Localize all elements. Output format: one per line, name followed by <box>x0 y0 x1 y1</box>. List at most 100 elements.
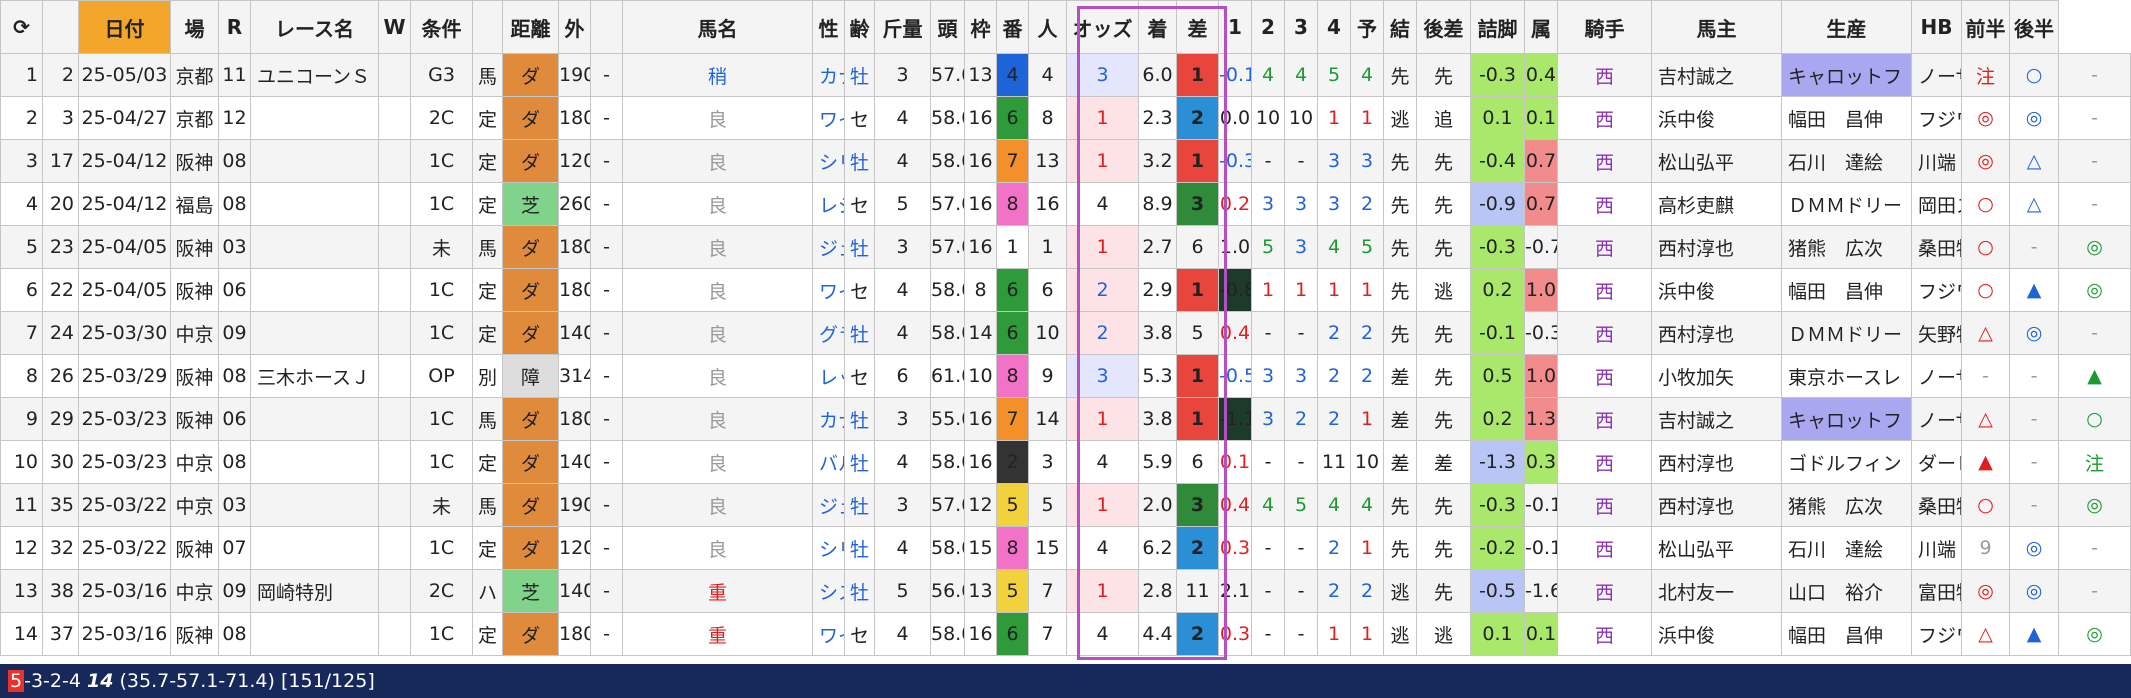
horse-name-link[interactable]: グランデスフィーダ <box>812 311 845 355</box>
header-jockey[interactable]: 騎手 <box>1557 0 1652 54</box>
table-row[interactable]: 31725-04/12阪神081C定ダ1200-良シリウス牡458.016713… <box>0 139 2131 183</box>
jockey-cell[interactable]: 浜中俊 <box>1651 268 1782 312</box>
result-style-cell: 先 <box>1416 182 1471 226</box>
header-popularity[interactable]: 人 <box>1028 0 1067 54</box>
header-predicted-style[interactable]: 予 <box>1350 0 1384 54</box>
jockey-cell[interactable]: 西村淳也 <box>1651 440 1782 484</box>
race-date-link[interactable]: 25-03/22 <box>78 526 171 570</box>
header-corner-3[interactable]: 3 <box>1284 0 1318 54</box>
jockey-cell[interactable]: 西村淳也 <box>1651 483 1782 527</box>
header-w[interactable]: W <box>378 0 411 54</box>
horse-name-link[interactable]: カナルビーグル <box>812 397 845 441</box>
table-row[interactable]: 133825-03/16中京09岡崎特別2Cハ芝1400-重システムリブート牡5… <box>0 569 2131 613</box>
header-condition[interactable]: 条件 <box>410 0 473 54</box>
header-id[interactable] <box>42 0 79 54</box>
race-date-link[interactable]: 25-04/27 <box>78 96 171 140</box>
table-row[interactable]: 113525-03/22中京03未馬ダ1900-良ジェントルバローズ牡357.0… <box>0 483 2131 527</box>
race-date-link[interactable]: 25-03/23 <box>78 440 171 484</box>
header-breeder[interactable]: 生産 <box>1781 0 1912 54</box>
horse-name-link[interactable]: シリウス <box>812 526 845 570</box>
header-frame[interactable]: 枠 <box>964 0 997 54</box>
table-row[interactable]: 92925-03/23阪神061C馬ダ1800-良カナルビーグル牡355.016… <box>0 397 2131 441</box>
row-id-cell: 3 <box>42 96 79 140</box>
header-affiliation[interactable]: 属 <box>1524 0 1558 54</box>
header-condition-type[interactable] <box>472 0 503 54</box>
header-corner-2[interactable]: 2 <box>1251 0 1285 54</box>
row-number-cell: 12 <box>0 526 43 570</box>
header-course[interactable]: 場 <box>170 0 219 54</box>
header-result-style[interactable]: 結 <box>1383 0 1417 54</box>
header-hb[interactable]: HB <box>1911 0 1962 54</box>
header-sex[interactable]: 性 <box>812 0 845 54</box>
horse-name-link[interactable]: シリウス <box>812 139 845 183</box>
horse-name-link[interactable]: ワイドブリザード <box>812 612 845 656</box>
race-date-link[interactable]: 25-03/29 <box>78 354 171 398</box>
table-row[interactable]: 42025-04/12福島081C定芝2600-良レジェンドシップセ557.01… <box>0 182 2131 226</box>
horse-name-link[interactable]: バルミーウェザー <box>812 440 845 484</box>
jockey-cell[interactable]: 吉村誠之 <box>1651 397 1782 441</box>
horse-name-link[interactable]: ワイドブリザード <box>812 268 845 312</box>
header-owner[interactable]: 馬主 <box>1651 0 1782 54</box>
jockey-cell[interactable]: 高杉吏麒 <box>1651 182 1782 226</box>
header-first-half[interactable]: 前半 <box>1961 0 2010 54</box>
header-second-half[interactable]: 後半 <box>2009 0 2059 54</box>
table-row[interactable]: 123225-03/22阪神071C定ダ1200-良シリウス牡458.01581… <box>0 526 2131 570</box>
table-row[interactable]: 143725-03/16阪神081C定ダ1800-重ワイドブリザードセ458.0… <box>0 612 2131 656</box>
header-age[interactable]: 齢 <box>844 0 875 54</box>
horse-name-link[interactable]: カナルビーグル <box>812 53 845 97</box>
table-row[interactable]: 82625-03/29阪神08三木ホースＪOP別障3140-良レッドバロッサセ6… <box>0 354 2131 398</box>
table-row[interactable]: 2325-04/27京都122C定ダ1800-良ワイドブリザードセ458.016… <box>0 96 2131 140</box>
header-closing-pace[interactable]: 詰脚 <box>1470 0 1525 54</box>
header-date[interactable]: 日付 <box>78 0 171 54</box>
header-margin[interactable]: 差 <box>1176 0 1219 54</box>
header-heads[interactable]: 頭 <box>930 0 965 54</box>
table-row[interactable]: 103025-03/23中京081C定ダ1400-良バルミーウェザー牡458.0… <box>0 440 2131 484</box>
horse-name-link[interactable]: システムリブート <box>812 569 845 613</box>
race-date-link[interactable]: 25-03/16 <box>78 612 171 656</box>
header-weight[interactable]: 斤量 <box>874 0 931 54</box>
jockey-cell[interactable]: 浜中俊 <box>1651 612 1782 656</box>
jockey-cell[interactable]: 松山弘平 <box>1651 526 1782 570</box>
header-going[interactable] <box>590 0 623 54</box>
race-date-link[interactable]: 25-03/16 <box>78 569 171 613</box>
header-race-name[interactable]: レース名 <box>250 0 379 54</box>
header-number[interactable]: 番 <box>996 0 1029 54</box>
horse-name-link[interactable]: レジェンドシップ <box>812 182 845 226</box>
race-date-link[interactable]: 25-05/03 <box>78 53 171 97</box>
jockey-cell[interactable]: 北村友一 <box>1651 569 1782 613</box>
table-row[interactable]: 52325-04/05阪神03未馬ダ1800-良ジェントルバローズ牡357.01… <box>0 225 2131 269</box>
w-cell <box>378 268 411 312</box>
jockey-cell[interactable]: 松山弘平 <box>1651 139 1782 183</box>
table-row[interactable]: 72425-03/30中京091C定ダ1400-良グランデスフィーダ牡458.0… <box>0 311 2131 355</box>
horse-name-link[interactable]: ジェントルバローズ <box>812 225 845 269</box>
horse-name-link[interactable]: レッドバロッサ <box>812 354 845 398</box>
jockey-cell[interactable]: 小牧加矢 <box>1651 354 1782 398</box>
affiliation-cell: 西 <box>1557 397 1652 441</box>
header-distance[interactable]: 距離 <box>502 0 559 54</box>
race-date-link[interactable]: 25-04/05 <box>78 268 171 312</box>
table-row[interactable]: 1225-05/03京都11ユニコーンＳG3馬ダ1900-稍カナルビーグル牡35… <box>0 53 2131 97</box>
horse-name-link[interactable]: ジェントルバローズ <box>812 483 845 527</box>
header-race-number[interactable]: R <box>218 0 251 54</box>
race-date-link[interactable]: 25-04/12 <box>78 139 171 183</box>
race-date-link[interactable]: 25-03/30 <box>78 311 171 355</box>
jockey-cell[interactable]: 西村淳也 <box>1651 225 1782 269</box>
header-horse-name[interactable]: 馬名 <box>622 0 813 54</box>
row-number-cell: 14 <box>0 612 43 656</box>
header-late-diff[interactable]: 後差 <box>1416 0 1471 54</box>
jockey-cell[interactable]: 浜中俊 <box>1651 96 1782 140</box>
header-finish[interactable]: 着 <box>1138 0 1177 54</box>
header-corner-1[interactable]: 1 <box>1218 0 1252 54</box>
race-date-link[interactable]: 25-04/05 <box>78 225 171 269</box>
race-date-link[interactable]: 25-03/22 <box>78 483 171 527</box>
horse-name-link[interactable]: ワイドブリザード <box>812 96 845 140</box>
header-outer[interactable]: 外 <box>558 0 591 54</box>
race-date-link[interactable]: 25-04/12 <box>78 182 171 226</box>
refresh-icon[interactable]: ⟳ <box>0 0 43 54</box>
header-corner-4[interactable]: 4 <box>1317 0 1351 54</box>
table-row[interactable]: 62225-04/05阪神061C定ダ1800-良ワイドブリザードセ458.08… <box>0 268 2131 312</box>
jockey-cell[interactable]: 西村淳也 <box>1651 311 1782 355</box>
header-odds[interactable]: オッズ <box>1066 0 1139 54</box>
race-date-link[interactable]: 25-03/23 <box>78 397 171 441</box>
jockey-cell[interactable]: 吉村誠之 <box>1651 53 1782 97</box>
